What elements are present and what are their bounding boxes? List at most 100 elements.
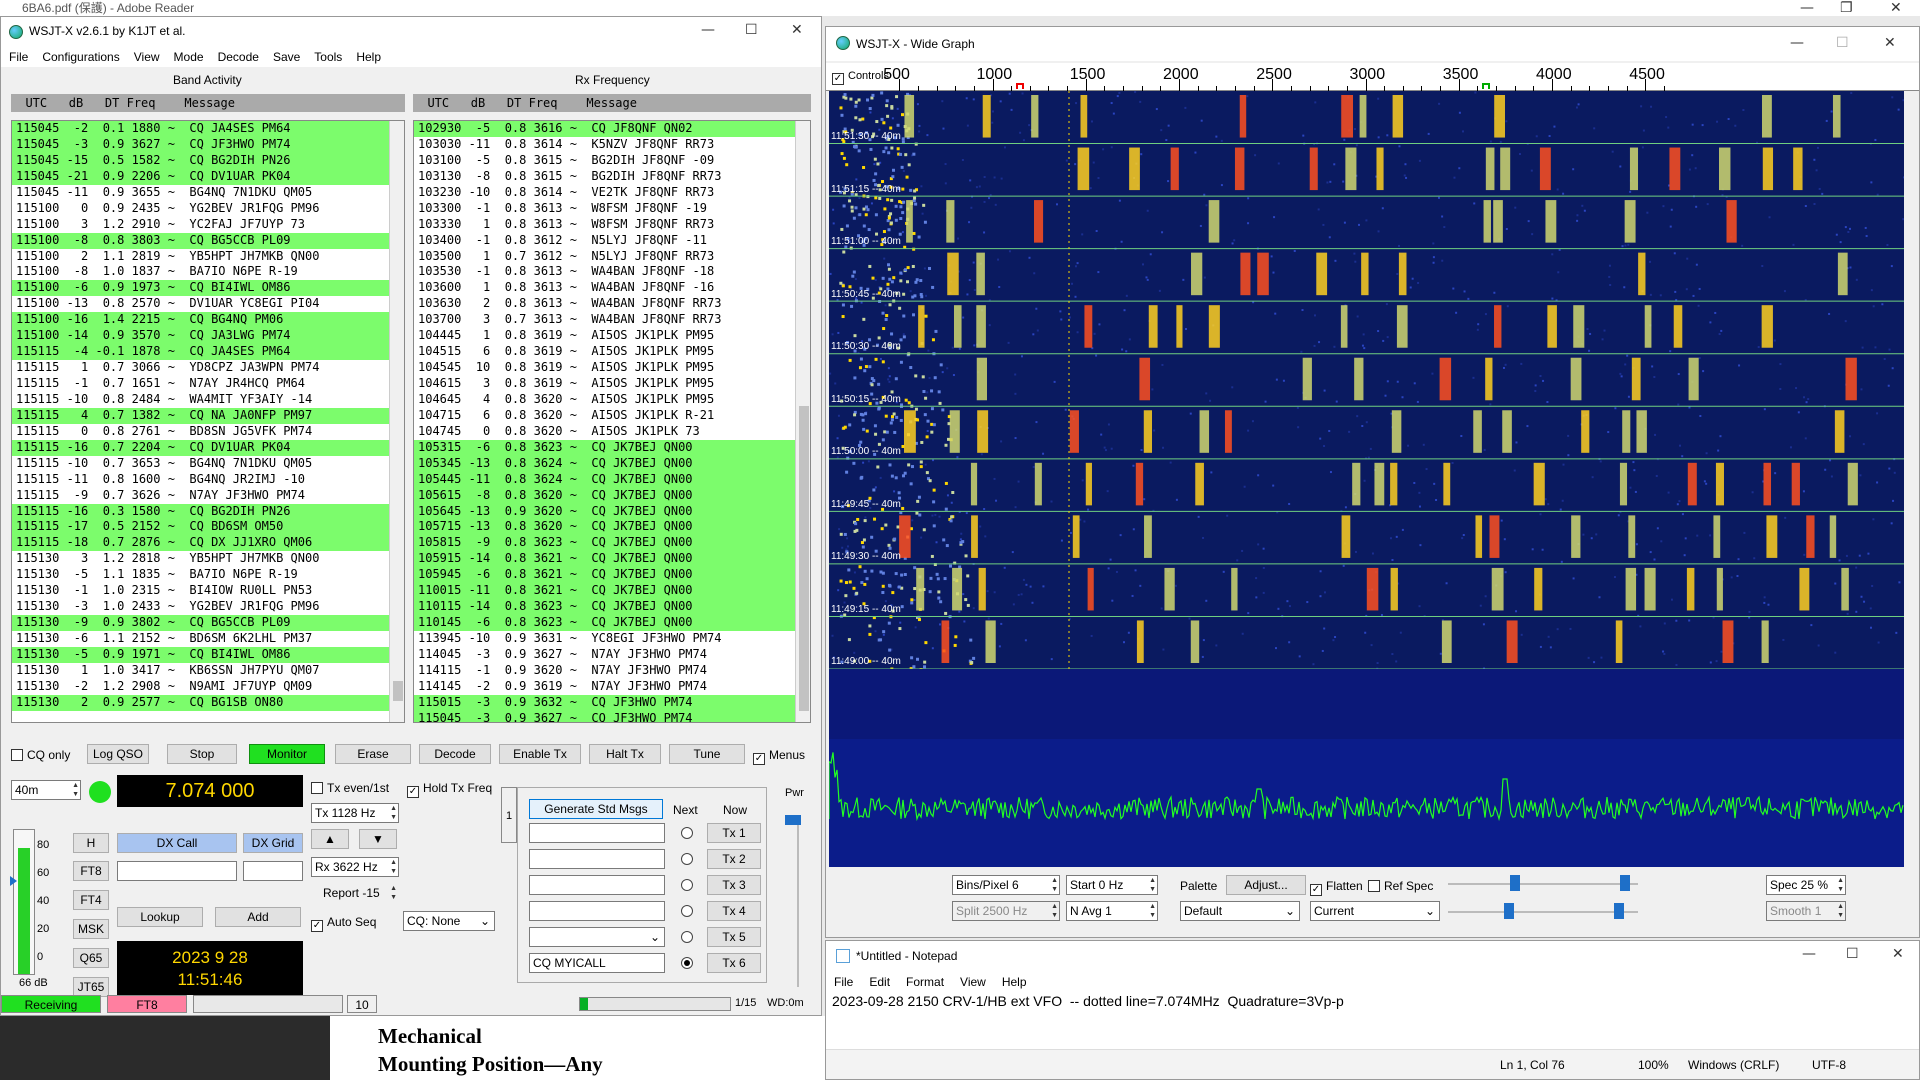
band-activity-row[interactable]: 115130 -2 1.2 2908 ~ N9AMI JF7UYP QM09	[12, 679, 404, 695]
freq-down-button[interactable]: ▼	[359, 829, 397, 849]
notepad-text-area[interactable]: 2023-09-28 2150 CRV-1/HB ext VFO -- dott…	[832, 993, 1344, 1009]
notepad-minimize-button[interactable]: —	[1802, 946, 1816, 962]
rx-frequency-list[interactable]: 102930 -5 0.8 3616 ~ CQ JF8QNF QN02 10303…	[413, 120, 811, 723]
rx-frequency-row[interactable]: 103630 2 0.8 3613 ~ WA4BAN JF8QNF RR73	[414, 296, 810, 312]
start-hz-spinbox[interactable]: Start 0 Hz	[1066, 875, 1158, 895]
gain-slider-track[interactable]	[1448, 883, 1638, 885]
notepad-maximize-button[interactable]: ☐	[1846, 946, 1859, 962]
band-activity-row[interactable]: 115100 0 0.9 2435 ~ YG2BEV JR1FQG PM96	[12, 201, 404, 217]
pwr-slider-handle[interactable]	[785, 815, 801, 825]
rx-frequency-row[interactable]: 104515 6 0.8 3619 ~ AI5OS JK1PLK PM95	[414, 344, 810, 360]
controls-checkbox[interactable]: ✓ Controls	[832, 69, 889, 85]
rx-frequency-row[interactable]: 113945 -10 0.9 3631 ~ YC8EGI JF3HWO PM74	[414, 631, 810, 647]
band-activity-row[interactable]: 115115 -16 0.7 2204 ~ CQ DV1UAR PK04	[12, 439, 404, 456]
band-activity-row[interactable]: 115130 2 0.9 2577 ~ CQ BG1SB ON80	[12, 694, 404, 711]
wsjtx-close-button[interactable]: ✕	[791, 22, 803, 38]
band-activity-row[interactable]: 115115 -11 0.8 1600 ~ BG4NQ JR2IMJ -10	[12, 472, 404, 488]
rx-frequency-row[interactable]: 103400 -1 0.8 3612 ~ N5LYJ JF8QNF -11	[414, 233, 810, 249]
band-activity-row[interactable]: 115045 -21 0.9 2206 ~ CQ DV1UAR PK04	[12, 168, 404, 185]
band-activity-row[interactable]: 115115 -17 0.5 2152 ~ CQ BD6SM OM50	[12, 519, 404, 536]
band-activity-row[interactable]: 115115 -1 0.7 1651 ~ N7AY JR4HCQ PM64	[12, 376, 404, 392]
rx-frequency-row[interactable]: 103300 -1 0.8 3613 ~ W8FSM JF8QNF -19	[414, 201, 810, 217]
menu-help[interactable]: Help	[356, 50, 381, 64]
band-activity-row[interactable]: 115115 -4 -0.1 1878 ~ CQ JA4SES PM64	[12, 344, 404, 361]
rx-frequency-row[interactable]: 114145 -2 0.9 3619 ~ N7AY JF3HWO PM74	[414, 679, 810, 695]
tx-frequency-spinbox[interactable]: Tx 1128 Hz	[311, 803, 399, 823]
rx-frequency-row[interactable]: 102930 -5 0.8 3616 ~ CQ JF8QNF QN02	[414, 121, 810, 137]
rx-frequency-row[interactable]: 105445 -11 0.8 3624 ~ CQ JK7BEJ QN00	[414, 471, 810, 488]
mode-q65-button[interactable]: Q65	[73, 948, 109, 968]
tx5-next-radio[interactable]	[681, 931, 693, 943]
band-activity-row[interactable]: 115115 -10 0.8 2484 ~ WA4MIT YF3AIY -14	[12, 392, 404, 408]
rx-frequency-row[interactable]: 103500 1 0.7 3612 ~ N5LYJ JF8QNF RR73	[414, 249, 810, 265]
rx-frequency-row[interactable]: 104615 3 0.8 3619 ~ AI5OS JK1PLK PM95	[414, 376, 810, 392]
band-activity-row[interactable]: 115100 -8 1.0 1837 ~ BA7IO N6PE R-19	[12, 264, 404, 280]
decode-button[interactable]: Decode	[419, 744, 491, 764]
cq-only-checkbox[interactable]: CQ only	[11, 748, 70, 762]
band-activity-row[interactable]: 115115 0 0.8 2761 ~ BD8SN JG5VFK PM74	[12, 424, 404, 440]
mode-jt65-button[interactable]: JT65	[73, 977, 109, 997]
bins-per-pixel-spinbox[interactable]: Bins/Pixel 6	[952, 875, 1060, 895]
waterfall-display[interactable]: 11:51:30 -- 40m 11:51:15 -- 40m 11:51:00 -…	[829, 91, 1904, 669]
erase-button[interactable]: Erase	[335, 744, 411, 764]
rx-frequency-scrollbar[interactable]	[795, 121, 810, 722]
tx2-next-radio[interactable]	[681, 853, 693, 865]
wide-minimize-button[interactable]: —	[1790, 35, 1804, 51]
tx1-message-input[interactable]	[529, 823, 665, 843]
ref-spec-checkbox[interactable]: Ref Spec	[1368, 879, 1433, 893]
report-spinbox[interactable]: Report -15	[319, 883, 399, 903]
rx-frequency-row[interactable]: 104445 1 0.8 3619 ~ AI5OS JK1PLK PM95	[414, 328, 810, 344]
band-activity-scrollbar[interactable]	[389, 121, 404, 722]
tx6-message-input[interactable]: CQ MYICALL	[529, 953, 665, 973]
notepad-menu-view[interactable]: View	[960, 975, 986, 989]
zero-slider-handle[interactable]	[1620, 875, 1630, 891]
tx3-button[interactable]: Tx 3	[707, 875, 761, 895]
mode-ft4-button[interactable]: FT4	[73, 890, 109, 910]
generate-std-msgs-button[interactable]: Generate Std Msgs	[529, 799, 663, 819]
palette-select[interactable]: Default ⌄	[1180, 901, 1300, 921]
band-select[interactable]: 40m	[11, 780, 81, 800]
band-activity-row[interactable]: 115045 -11 0.9 3655 ~ BG4NQ 7N1DKU QM05	[12, 185, 404, 201]
spectrum-display[interactable]	[829, 669, 1904, 867]
notepad-menu-help[interactable]: Help	[1002, 975, 1027, 989]
band-activity-row[interactable]: 115115 -18 0.7 2876 ~ CQ DX JJ1XRO QM06	[12, 535, 404, 552]
tune-button[interactable]: Tune	[669, 744, 745, 764]
rx-frequency-row[interactable]: 110115 -14 0.8 3623 ~ CQ JK7BEJ QN00	[414, 599, 810, 616]
band-activity-row[interactable]: 115130 -5 1.1 1835 ~ BA7IO N6PE R-19	[12, 567, 404, 583]
band-activity-row[interactable]: 115100 2 1.1 2819 ~ YB5HPT JH7MKB QN00	[12, 249, 404, 265]
band-activity-row[interactable]: 115045 -2 0.1 1880 ~ CQ JA4SES PM64	[12, 121, 404, 137]
enable-tx-button[interactable]: Enable Tx	[499, 744, 581, 764]
menu-save[interactable]: Save	[273, 50, 300, 64]
tx1-button[interactable]: Tx 1	[707, 823, 761, 843]
lookup-button[interactable]: Lookup	[117, 907, 203, 927]
band-activity-row[interactable]: 115130 -5 0.9 1971 ~ CQ BI4IWL OM86	[12, 646, 404, 663]
band-activity-row[interactable]: 115115 1 0.7 3066 ~ YD8CPZ JA3WPN PM74	[12, 360, 404, 376]
rx-frequency-row[interactable]: 103230 -10 0.8 3614 ~ VE2TK JF8QNF RR73	[414, 185, 810, 201]
rx-frequency-row[interactable]: 105345 -13 0.8 3624 ~ CQ JK7BEJ QN00	[414, 455, 810, 472]
rx-frequency-row[interactable]: 105645 -13 0.9 3620 ~ CQ JK7BEJ QN00	[414, 503, 810, 520]
mode-msk-button[interactable]: MSK	[73, 919, 109, 939]
mode-h-button[interactable]: H	[73, 833, 109, 853]
menu-view[interactable]: View	[134, 50, 160, 64]
tx-even-checkbox[interactable]: Tx even/1st	[311, 781, 389, 795]
wsjtx-minimize-button[interactable]: —	[701, 22, 715, 38]
tx4-message-input[interactable]	[529, 901, 665, 921]
rx-frequency-row[interactable]: 103530 -1 0.8 3613 ~ WA4BAN JF8QNF -18	[414, 264, 810, 280]
monitor-button[interactable]: Monitor	[249, 744, 325, 764]
spec-percent-spinbox[interactable]: Spec 25 %	[1766, 875, 1846, 895]
menu-configurations[interactable]: Configurations	[42, 50, 119, 64]
rx-frequency-row[interactable]: 104715 6 0.8 3620 ~ AI5OS JK1PLK R-21	[414, 408, 810, 424]
rx-frequency-row[interactable]: 115015 -3 0.9 3632 ~ CQ JF3HWO PM74	[414, 694, 810, 711]
menu-tools[interactable]: Tools	[314, 50, 342, 64]
band-activity-row[interactable]: 115100 -8 0.8 3803 ~ CQ BG5CCB PL09	[12, 232, 404, 249]
n-avg-spinbox[interactable]: N Avg 1	[1066, 901, 1158, 921]
tx3-next-radio[interactable]	[681, 879, 693, 891]
rx-frequency-row[interactable]: 115045 -3 0.9 3627 ~ CQ JF3HWO PM74	[414, 710, 810, 722]
band-activity-row[interactable]: 115130 -6 1.1 2152 ~ BD6SM 6K2LHL PM37	[12, 631, 404, 647]
menus-checkbox[interactable]: ✓ Menus	[753, 748, 805, 765]
rx-frequency-row[interactable]: 104545 10 0.8 3619 ~ AI5OS JK1PLK PM95	[414, 360, 810, 376]
tx4-button[interactable]: Tx 4	[707, 901, 761, 921]
reader-minimize-button[interactable]: —	[1800, 0, 1814, 16]
band-activity-row[interactable]: 115115 -10 0.7 3653 ~ BG4NQ 7N1DKU QM05	[12, 456, 404, 472]
dx-call-input[interactable]	[117, 861, 237, 881]
